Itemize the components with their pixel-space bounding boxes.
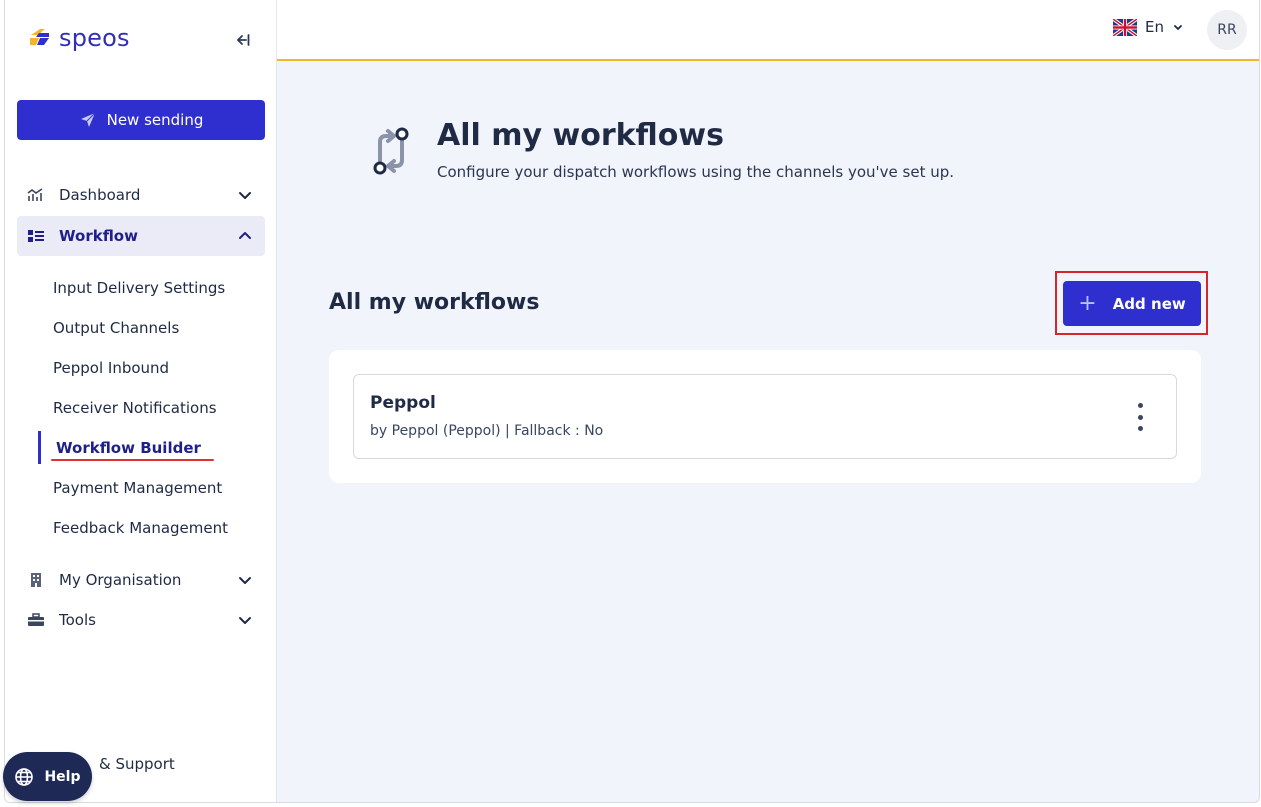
- new-sending-button[interactable]: New sending: [17, 100, 265, 140]
- chevron-down-icon: [239, 577, 251, 584]
- sidebar-subitem-input-delivery-settings[interactable]: Input Delivery Settings: [53, 276, 225, 300]
- sidebar-item-tools[interactable]: Tools: [17, 600, 265, 640]
- paper-plane-icon: [80, 112, 95, 127]
- workflow-card[interactable]: Peppol by Peppol (Peppol) | Fallback : N…: [353, 374, 1177, 459]
- sidebar-item-my-organisation[interactable]: My Organisation: [17, 560, 265, 600]
- language-selector[interactable]: En: [1113, 18, 1184, 36]
- sidebar-item-workflow[interactable]: Workflow: [17, 216, 265, 256]
- sidebar-item-label: Tools: [59, 611, 96, 629]
- page-subtitle: Configure your dispatch workflows using …: [437, 163, 955, 181]
- sidebar-subitem-peppol-inbound[interactable]: Peppol Inbound: [53, 356, 169, 380]
- new-sending-label: New sending: [106, 111, 204, 129]
- help-button-label: Help: [44, 768, 81, 785]
- uk-flag-icon: [1113, 18, 1137, 36]
- chevron-down-icon: [239, 617, 251, 624]
- sidebar-subitem-output-channels[interactable]: Output Channels: [53, 316, 179, 340]
- sidebar-item-label: My Organisation: [59, 571, 182, 589]
- speos-logo-icon: [30, 29, 49, 45]
- workflow-details: by Peppol (Peppol) | Fallback : No: [370, 423, 604, 439]
- help-support-link[interactable]: & Support: [99, 755, 175, 773]
- page-title: All my workflows: [437, 118, 724, 153]
- building-icon: [27, 571, 45, 589]
- avatar[interactable]: RR: [1207, 10, 1247, 50]
- chevron-down-icon: [1174, 25, 1182, 31]
- chevron-down-icon: [239, 192, 251, 199]
- globe-icon: [15, 767, 34, 786]
- chart-icon: [27, 186, 45, 204]
- sidebar-subitem-receiver-notifications[interactable]: Receiver Notifications: [53, 396, 217, 420]
- brand-name: speos: [59, 24, 130, 52]
- add-new-button[interactable]: + Add new: [1063, 281, 1201, 326]
- sidebar-subitem-payment-management[interactable]: Payment Management: [53, 476, 222, 500]
- annotation-underline: [51, 459, 214, 461]
- sidebar-subitem-feedback-management[interactable]: Feedback Management: [53, 516, 228, 540]
- plus-icon: +: [1078, 290, 1097, 316]
- section-title: All my workflows: [329, 290, 540, 315]
- sidebar-item-label: Workflow: [59, 227, 138, 245]
- sidebar-subitem-workflow-builder[interactable]: Workflow Builder: [56, 436, 201, 460]
- add-new-label: Add new: [1112, 294, 1186, 313]
- sidebar-item-label: Dashboard: [59, 186, 141, 204]
- workflow-name: Peppol: [370, 393, 436, 413]
- more-options-icon[interactable]: [1134, 403, 1146, 431]
- sidebar: speos New sending Dashboard Workflow Inp…: [5, 0, 277, 802]
- toolbox-icon: [27, 611, 45, 629]
- top-bar: En RR: [277, 0, 1259, 61]
- brand-logo[interactable]: speos: [27, 24, 130, 52]
- workflow-swap-icon: [373, 127, 409, 175]
- language-label: En: [1145, 18, 1164, 36]
- help-button[interactable]: Help: [3, 752, 92, 801]
- sidebar-item-dashboard[interactable]: Dashboard: [17, 175, 265, 215]
- active-indicator: [38, 431, 41, 464]
- chevron-up-icon: [239, 232, 251, 239]
- workflow-icon: [27, 227, 45, 245]
- collapse-sidebar-icon[interactable]: [232, 30, 252, 50]
